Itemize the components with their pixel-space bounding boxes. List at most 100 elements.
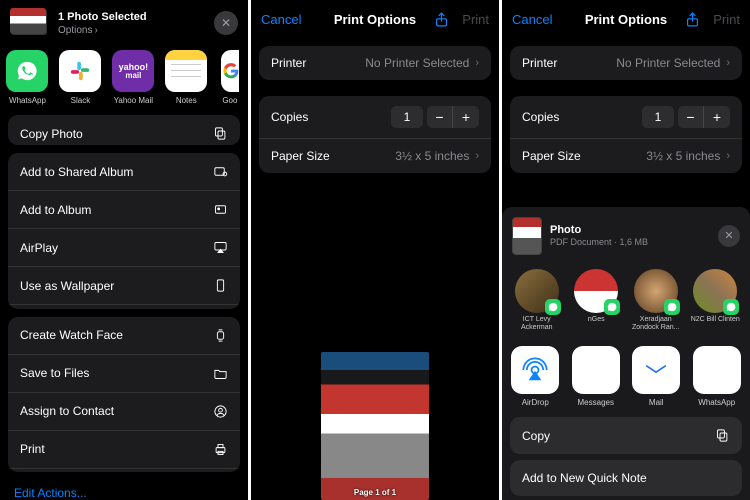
print-icon [213,442,228,457]
app-slack[interactable]: Slack [59,50,102,105]
chevron-right-icon: › [94,25,97,36]
share-options-link[interactable]: Options › [58,25,147,36]
whatsapp-icon [6,50,48,92]
app-airdrop[interactable]: AirDrop [510,346,561,407]
sheet-header: Photo PDF Document · 1,6 MB ✕ [502,217,750,263]
page-caption: Page 1 of 1 [321,488,429,497]
app-share-row: AirDrop Messages Mail [502,342,750,417]
contact-item[interactable]: ICT Levy Ackerman [510,269,564,332]
pane-share-sheet: 1 Photo Selected Options › ✕ WhatsApp [0,0,248,500]
copies-row: Copies 1 − + [259,96,491,139]
app-messages[interactable]: Messages [571,346,622,407]
app-whatsapp[interactable]: WhatsApp [692,346,743,407]
document-title: Photo [550,224,648,236]
contact-item[interactable]: nGes [570,269,624,332]
wallpaper-icon [213,278,228,293]
print-button-disabled: Print [462,12,489,27]
preview-page: Page 1 of 1 [321,352,429,500]
printer-row[interactable]: Printer No Printer Selected › [510,46,742,80]
close-icon: ✕ [221,16,231,30]
airplay-icon [213,240,228,255]
share-icon[interactable] [433,11,450,28]
copy-icon [213,126,228,141]
google-icon [221,50,239,92]
whatsapp-icon [693,346,741,394]
pane-print-with-share: Cancel Print Options Print Printer No Pr… [502,0,750,500]
chevron-right-icon: › [726,150,730,162]
close-icon: ✕ [724,229,733,242]
paper-size-row[interactable]: Paper Size 3½ x 5 inches › [259,139,491,173]
app-mail[interactable]: Mail [631,346,682,407]
yahoo-mail-icon: yahoo!mail [112,50,154,92]
action-quick-note[interactable]: Add to New Quick Note [510,460,742,496]
chevron-right-icon: › [475,57,479,69]
selected-count: 1 Photo Selected [58,11,147,23]
copies-value[interactable]: 1 [642,106,674,128]
copies-row: Copies 1 − + [510,96,742,139]
action-save-files[interactable]: Save to Files [8,355,240,393]
print-preview[interactable]: Page 1 of 1 [251,181,499,500]
whatsapp-badge-icon [545,299,561,315]
close-button[interactable]: ✕ [718,225,740,247]
action-wallpaper[interactable]: Use as Wallpaper [8,267,240,305]
nav-bar: Cancel Print Options Print [502,0,750,38]
contact-icon [213,404,228,419]
cancel-button[interactable]: Cancel [512,12,552,27]
messages-icon [572,346,620,394]
action-airplay[interactable]: AirPlay [8,229,240,267]
whatsapp-badge-icon [723,299,739,315]
app-yahoo-mail[interactable]: yahoo!mail Yahoo Mail [112,50,155,105]
copy-icon [715,428,730,443]
watch-icon [213,328,228,343]
action-copy-photo[interactable]: Copy Photo [8,115,240,145]
decrement-button[interactable]: − [678,106,704,128]
close-button[interactable]: ✕ [214,11,238,35]
action-group-2: Add to Shared Album Add to Album AirPlay… [8,153,240,308]
settings-block: Copies 1 − + Paper Size 3½ x 5 inches › [510,96,742,173]
app-share-row: WhatsApp Slack yahoo!mail Yahoo Mail [0,42,248,115]
document-thumbnail [512,217,542,255]
action-group-3: Create Watch Face Save to Files Assign t… [8,317,240,472]
app-notes[interactable]: Notes [165,50,208,105]
selected-photo-thumbnail [10,8,50,38]
share-half-sheet: Photo PDF Document · 1,6 MB ✕ ICT Levy A… [502,207,750,500]
edit-actions-link[interactable]: Edit Actions... [0,480,248,500]
decrement-button[interactable]: − [427,106,453,128]
airdrop-icon [511,346,559,394]
share-icon[interactable] [684,11,701,28]
document-subtitle: PDF Document · 1,6 MB [550,237,648,247]
printer-row[interactable]: Printer No Printer Selected › [259,46,491,80]
chevron-right-icon: › [475,150,479,162]
app-google-partial[interactable]: Goo [218,50,242,105]
action-add-shared-album[interactable]: Add to Shared Album [8,153,240,191]
action-assign-contact[interactable]: Assign to Contact [8,393,240,431]
sheet-actions: Copy Add to New Quick Note [502,417,750,496]
chevron-right-icon: › [726,57,730,69]
contact-item[interactable]: Xeradjaan Zondock Ran... [629,269,683,332]
contact-item[interactable]: N2C Bill Clinten [689,269,743,332]
action-group-1: Copy Photo [8,115,240,145]
increment-button[interactable]: + [704,106,730,128]
action-quick-note[interactable]: Add to New Quick Note [8,469,240,472]
notes-icon [165,50,207,92]
increment-button[interactable]: + [453,106,479,128]
action-copy[interactable]: Copy [510,417,742,454]
app-whatsapp[interactable]: WhatsApp [6,50,49,105]
action-print[interactable]: Print [8,431,240,469]
shared-album-icon [213,164,228,179]
album-icon [213,202,228,217]
contacts-row: ICT Levy Ackerman nGes Xeradjaan Zondock… [502,263,750,342]
whatsapp-badge-icon [664,299,680,315]
nav-bar: Cancel Print Options Print [251,0,499,38]
copies-value[interactable]: 1 [391,106,423,128]
action-add-album[interactable]: Add to Album [8,191,240,229]
share-header: 1 Photo Selected Options › ✕ [0,0,248,42]
folder-icon [213,366,228,381]
cancel-button[interactable]: Cancel [261,12,301,27]
action-watch-face[interactable]: Create Watch Face [8,317,240,355]
mail-icon [632,346,680,394]
copies-stepper: − + [427,106,479,128]
whatsapp-badge-icon [604,299,620,315]
action-icloud-link[interactable]: Copy iCloud Link [8,305,240,308]
paper-size-row[interactable]: Paper Size 3½ x 5 inches › [510,139,742,173]
